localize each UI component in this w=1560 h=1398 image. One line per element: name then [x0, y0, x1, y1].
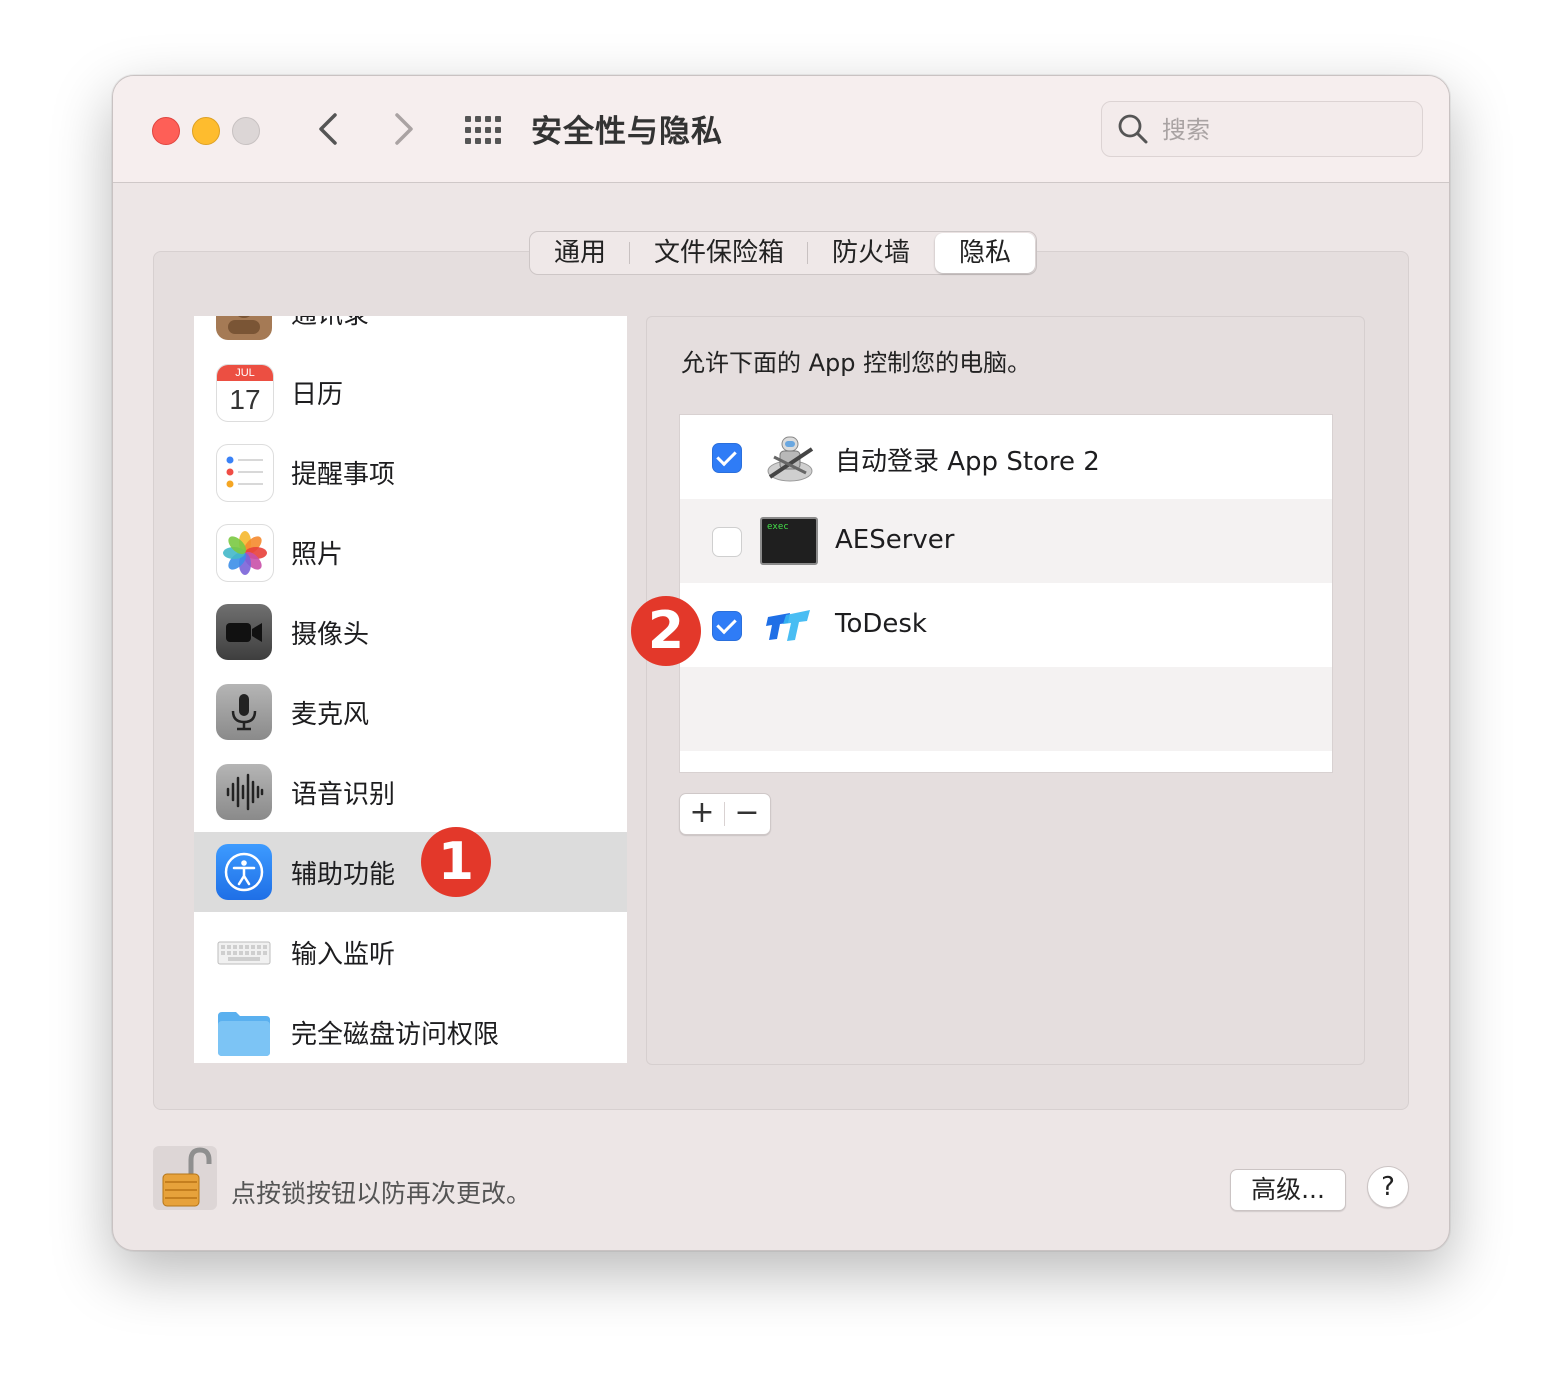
pane-description: 允许下面的 App 控制您的电脑。 [681, 349, 1032, 377]
accessibility-detail-pane: 允许下面的 App 控制您的电脑。 自动登录 App Store 2 exec [646, 316, 1365, 1065]
sidebar-item-label: 辅助功能 [291, 860, 396, 890]
app-row-aeserver[interactable]: exec AEServer [680, 499, 1332, 583]
sidebar-item-contacts[interactable]: 通讯录 [194, 316, 627, 352]
photos-icon [216, 524, 274, 582]
chevron-right-icon [395, 113, 413, 145]
lock-button[interactable] [153, 1146, 217, 1210]
search-field[interactable] [1101, 101, 1423, 157]
app-list[interactable]: 自动登录 App Store 2 exec AEServer ToDesk [679, 414, 1333, 773]
sidebar-item-accessibility[interactable]: 辅助功能 [194, 832, 627, 912]
sidebar-item-label: 照片 [291, 540, 344, 570]
show-all-grid-icon[interactable] [465, 116, 503, 144]
tab-firewall[interactable]: 防火墙 [808, 232, 934, 274]
reminders-icon [216, 444, 274, 502]
lock-hint-text: 点按锁按钮以防再次更改。 [231, 1179, 532, 1208]
automator-icon [760, 427, 820, 487]
app-name: AEServer [835, 525, 955, 555]
app-checkbox[interactable] [712, 611, 742, 641]
sidebar-item-label: 输入监听 [291, 940, 396, 970]
exec-icon-label: exec [767, 522, 789, 532]
calendar-icon: JUL 17 [216, 364, 274, 422]
advanced-button[interactable]: 高级... [1230, 1169, 1346, 1211]
help-button[interactable]: ? [1367, 1166, 1409, 1208]
add-remove-control: + − [679, 793, 771, 835]
security-privacy-window: 安全性与隐私 通用 文件保险箱 防火墙 隐私 通讯录 JUL 17 日历 提醒事… [112, 75, 1450, 1251]
add-app-button[interactable]: + [680, 794, 724, 834]
sidebar-item-label: 通讯录 [291, 316, 369, 331]
step-marker-1: 1 [421, 827, 491, 897]
privacy-category-list[interactable]: 通讯录 JUL 17 日历 提醒事项 [194, 316, 627, 1063]
sidebar-item-label: 提醒事项 [291, 460, 396, 490]
microphone-icon [216, 684, 272, 740]
sidebar-item-label: 摄像头 [291, 620, 370, 650]
back-button[interactable] [309, 108, 349, 150]
calendar-day: 17 [229, 384, 261, 415]
app-row-automator[interactable]: 自动登录 App Store 2 [680, 415, 1332, 499]
sidebar-item-calendar[interactable]: JUL 17 日历 [194, 352, 627, 432]
search-input[interactable] [1160, 112, 1404, 148]
calendar-month: JUL [217, 365, 273, 381]
sidebar-item-label: 麦克风 [291, 700, 370, 730]
app-checkbox[interactable] [712, 527, 742, 557]
app-name: 自动登录 App Store 2 [835, 447, 1100, 477]
tab-filevault[interactable]: 文件保险箱 [630, 232, 809, 274]
step-marker-2: 2 [631, 596, 701, 666]
exec-terminal-icon: exec [760, 517, 818, 565]
forward-button[interactable] [383, 108, 423, 150]
tab-bar: 通用 文件保险箱 防火墙 隐私 [529, 231, 1038, 275]
app-row-todesk[interactable]: ToDesk [680, 583, 1332, 667]
sidebar-item-reminders[interactable]: 提醒事项 [194, 432, 627, 512]
sidebar-item-label: 完全磁盘访问权限 [291, 1020, 500, 1050]
app-checkbox[interactable] [712, 443, 742, 473]
app-row-empty [680, 667, 1332, 751]
todesk-icon [760, 595, 820, 655]
folder-icon [216, 1004, 272, 1060]
sidebar-item-label: 语音识别 [291, 780, 396, 810]
tab-general[interactable]: 通用 [530, 232, 631, 274]
sidebar-item-photos[interactable]: 照片 [194, 512, 627, 592]
window-title: 安全性与隐私 [531, 114, 723, 150]
sidebar-item-speech-recognition[interactable]: 语音识别 [194, 752, 627, 832]
sidebar-item-camera[interactable]: 摄像头 [194, 592, 627, 672]
sidebar-item-input-monitoring[interactable]: 输入监听 [194, 912, 627, 992]
contacts-icon [216, 316, 272, 340]
title-bar: 安全性与隐私 [113, 76, 1449, 183]
camera-icon [216, 604, 272, 660]
zoom-button[interactable] [232, 117, 260, 145]
close-button[interactable] [152, 117, 180, 145]
sidebar-item-label: 日历 [291, 380, 344, 410]
speech-recognition-icon [216, 764, 272, 820]
minimize-button[interactable] [192, 117, 220, 145]
keyboard-icon [216, 924, 272, 980]
sidebar-item-full-disk-access[interactable]: 完全磁盘访问权限 [194, 992, 627, 1063]
unlocked-padlock-icon [162, 1147, 212, 1207]
accessibility-icon [216, 844, 272, 900]
remove-app-button[interactable]: − [725, 794, 769, 834]
search-icon [1118, 114, 1148, 144]
app-name: ToDesk [835, 609, 927, 639]
sidebar-item-microphone[interactable]: 麦克风 [194, 672, 627, 752]
tab-privacy[interactable]: 隐私 [935, 233, 1036, 273]
chevron-left-icon [319, 113, 337, 145]
